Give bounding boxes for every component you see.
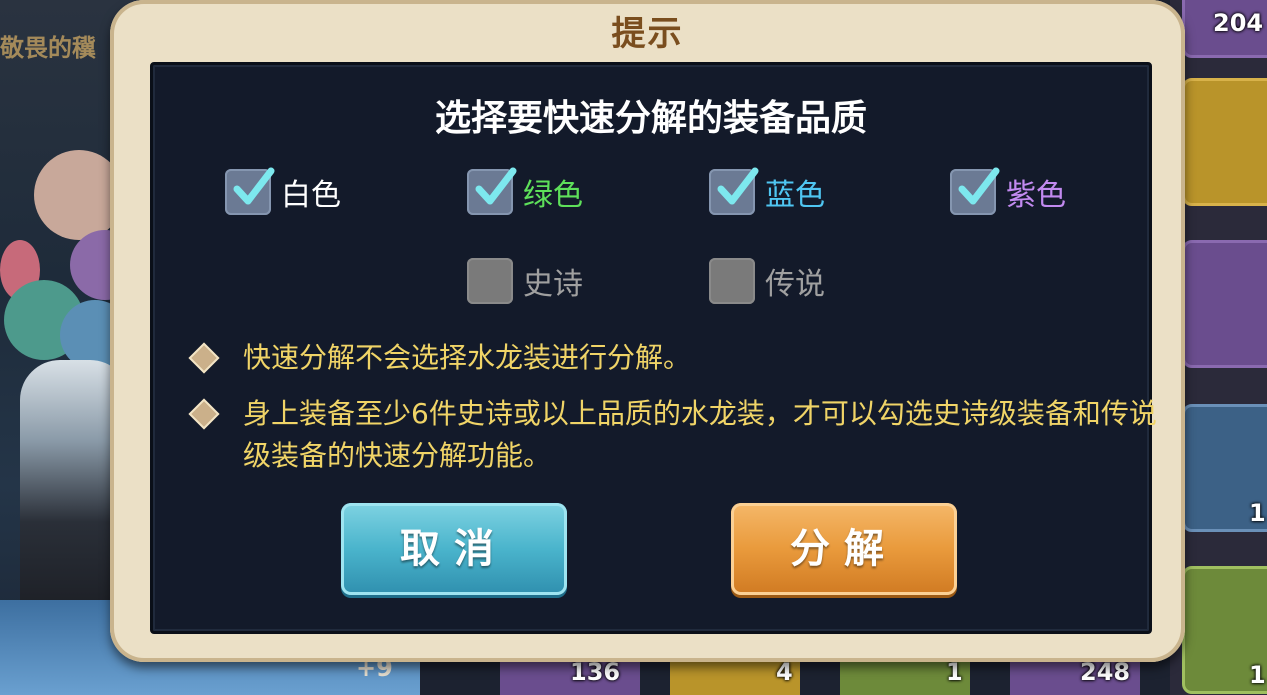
checkbox-white[interactable] (225, 167, 275, 215)
dialog-title: 提示 (611, 14, 684, 54)
checkbox-green[interactable] (467, 167, 517, 215)
check-icon (958, 167, 1000, 205)
item-count: 1 (946, 658, 963, 686)
checkbox-purple[interactable] (950, 167, 1000, 215)
option-label: 绿色 (523, 178, 583, 213)
check-icon (475, 167, 517, 205)
background-title: 敬畏的䆊 (0, 34, 96, 62)
item-count: 4 (776, 658, 793, 686)
checkbox-legendary[interactable] (709, 258, 755, 304)
item-count: 248 (1080, 658, 1131, 686)
checkbox-blue[interactable] (709, 167, 759, 215)
note-item: 快速分解不会选择水龙装进行分解。 (188, 337, 1163, 379)
option-green[interactable]: 绿色 (467, 167, 583, 217)
inventory-slot-ticket[interactable] (1182, 240, 1267, 368)
item-count: 1 (1249, 499, 1266, 527)
inventory-slot-key[interactable] (1182, 78, 1267, 206)
diamond-bullet-icon (188, 342, 220, 374)
option-label: 蓝色 (765, 178, 825, 213)
decompose-dialog: 提示 选择要快速分解的装备品质 白色 绿色 蓝色 紫色 史诗 传说 快速分解不会… (110, 0, 1185, 662)
option-label: 传说 (765, 267, 825, 302)
item-count: 204 (1213, 9, 1264, 37)
item-count: 136 (570, 658, 621, 686)
option-label: 史诗 (523, 267, 583, 302)
check-icon (717, 167, 759, 205)
note-item: 身上装备至少6件史诗或以上品质的水龙装，才可以勾选史诗级装备和传说级装备的快速分… (188, 393, 1163, 477)
note-text: 身上装备至少6件史诗或以上品质的水龙装，才可以勾选史诗级装备和传说级装备的快速分… (243, 397, 1157, 472)
item-count: 1 (1249, 661, 1266, 689)
dialog-panel: 选择要快速分解的装备品质 白色 绿色 蓝色 紫色 史诗 传说 快速分解不会选择水… (150, 62, 1157, 634)
note-text: 快速分解不会选择水龙装进行分解。 (243, 341, 692, 374)
option-white[interactable]: 白色 (225, 167, 341, 217)
check-icon (233, 167, 275, 205)
inventory-slot-bottle[interactable]: 1 (1182, 566, 1267, 694)
option-blue[interactable]: 蓝色 (709, 167, 825, 217)
option-legendary[interactable]: 传说 (709, 256, 825, 306)
checkbox-epic[interactable] (467, 258, 513, 304)
decompose-button[interactable]: 分解 (731, 503, 957, 595)
diamond-bullet-icon (188, 398, 220, 430)
inventory-slot[interactable]: 1 (1182, 404, 1267, 532)
option-label: 紫色 (1006, 178, 1066, 213)
option-purple[interactable]: 紫色 (950, 167, 1066, 217)
cancel-button[interactable]: 取消 (341, 503, 567, 595)
inventory-slot[interactable]: 204 (1182, 0, 1267, 58)
option-epic[interactable]: 史诗 (467, 256, 583, 306)
option-label: 白色 (281, 178, 341, 213)
panel-heading: 选择要快速分解的装备品质 (434, 98, 867, 139)
